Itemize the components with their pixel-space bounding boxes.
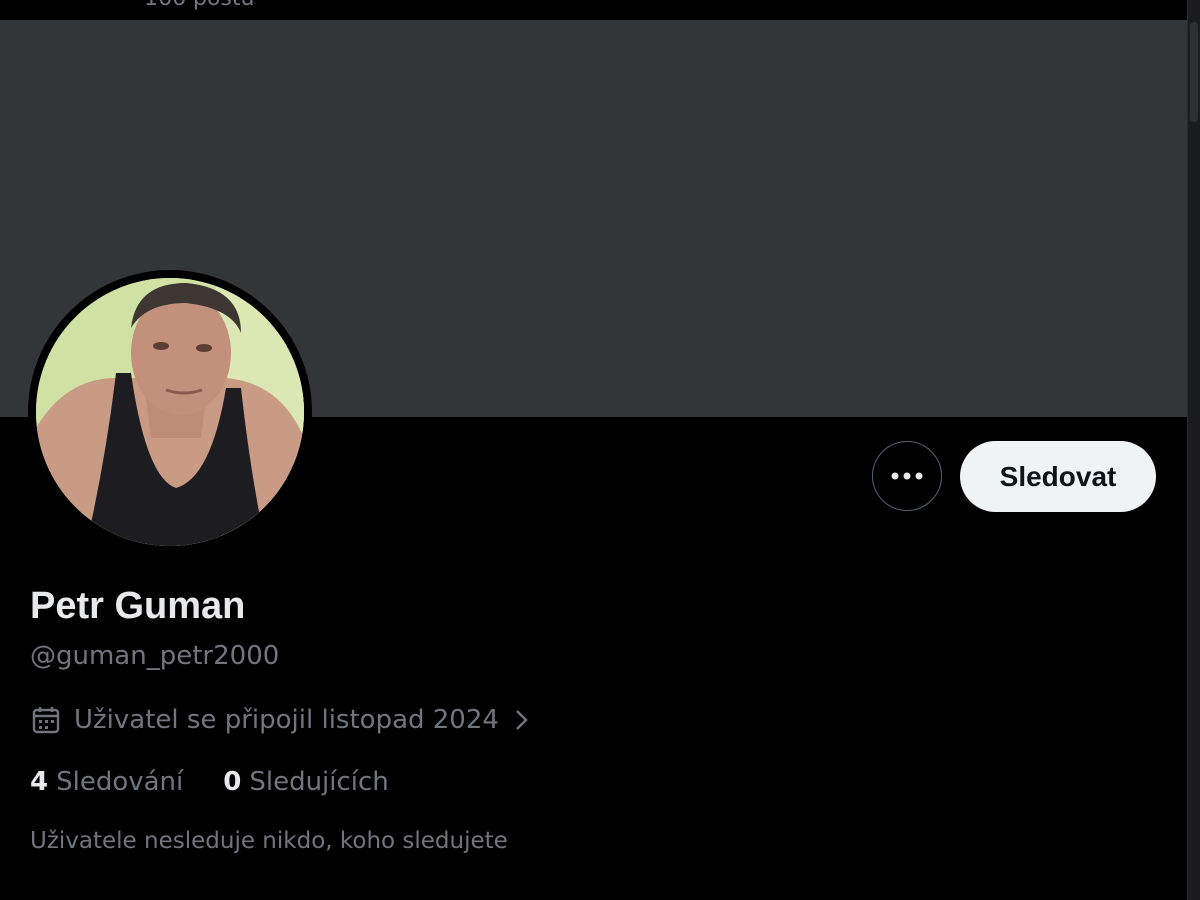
chevron-right-icon (516, 710, 528, 730)
followers-link[interactable]: 0 Sledujících (223, 767, 389, 797)
more-horizontal-icon (891, 472, 923, 480)
profile-page: 166 postů (0, 0, 1200, 900)
avatar[interactable] (36, 278, 304, 546)
following-label: Sledování (56, 767, 184, 797)
calendar-icon (32, 707, 60, 734)
followers-count: 0 (223, 767, 242, 797)
scrollbar-thumb[interactable] (1190, 22, 1198, 122)
profile-header-bar: 166 postů (0, 0, 1200, 20)
posts-count: 166 postů (144, 0, 254, 11)
avatar-photo (36, 278, 304, 546)
follow-stats: 4 Sledování 0 Sledujících (30, 767, 429, 797)
profile-display-name: Petr Guman (30, 585, 246, 627)
follow-button[interactable]: Sledovat (960, 441, 1156, 512)
more-options-button[interactable] (872, 441, 942, 511)
joined-date-text: Uživatel se připojil listopad 2024 (74, 705, 499, 735)
followers-label: Sledujících (249, 767, 389, 797)
avatar-frame (28, 270, 312, 554)
following-count: 4 (30, 767, 49, 797)
following-link[interactable]: 4 Sledování (30, 767, 183, 797)
followers-you-know-note: Uživatele nesleduje nikdo, koho sledujet… (30, 828, 508, 854)
joined-date-link[interactable]: Uživatel se připojil listopad 2024 (30, 702, 533, 738)
page-scrollbar[interactable] (1187, 0, 1200, 900)
profile-handle: @guman_petr2000 (30, 641, 280, 671)
